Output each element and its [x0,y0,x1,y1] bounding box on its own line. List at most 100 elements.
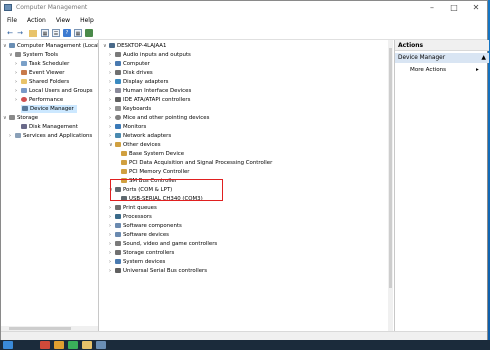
taskbar-app-icon[interactable] [40,341,50,349]
computer-management-icon [4,4,12,11]
highlight-box [110,179,223,201]
speaker-icon [115,52,121,57]
printer-icon [115,205,121,210]
taskbar-app-icon[interactable] [68,341,78,349]
ide-controller-icon [115,97,121,102]
event-viewer-icon [21,70,27,75]
clock-icon [21,61,27,66]
mouse-icon [115,115,121,120]
vertical-scrollbar[interactable] [388,40,393,331]
more-actions-link[interactable]: More Actions ▸ [410,67,479,73]
actions-header: Actions [395,40,489,51]
device-category[interactable]: › IDE ATA/ATAPI controllers [109,96,190,104]
tree-item-device-manager[interactable]: Device Manager [21,105,77,113]
menu-view[interactable]: View [52,15,74,27]
device-category[interactable]: › Print queues [109,204,157,212]
device-item[interactable]: PCI Memory Controller [121,168,189,176]
software-device-icon [115,232,121,237]
tree-item-local-users[interactable]: › Local Users and Groups [15,87,93,95]
usb-icon [115,268,121,273]
hid-icon [115,88,121,93]
storage-icon [9,115,15,120]
tree-item-performance[interactable]: › Performance [15,96,63,104]
grid-icon[interactable]: ▦ [74,29,82,37]
back-arrow-icon[interactable]: ← [6,29,14,37]
device-category[interactable]: › Network adapters [109,132,171,140]
network-adapter-icon [115,133,121,138]
keyboard-icon [115,106,121,111]
collapse-up-icon[interactable]: ▲ [481,53,486,63]
scan-hardware-icon[interactable] [85,29,93,37]
taskbar-app-icon[interactable] [54,341,64,349]
title-bar: Computer Management – □ ✕ [1,1,487,15]
device-item[interactable]: Base System Device [121,150,184,158]
computer-icon [115,61,121,66]
menu-action[interactable]: Action [23,15,50,27]
device-category[interactable]: › Processors [109,213,152,221]
device-category[interactable]: › Mice and other pointing devices [109,114,209,122]
device-category[interactable]: ∨ Other devices [109,141,161,149]
system-device-icon [115,259,121,264]
tree-item-event-viewer[interactable]: › Event Viewer [15,69,64,77]
tree-item-shared-folders[interactable]: › Shared Folders [15,78,69,86]
taskbar-folder-icon[interactable] [82,341,92,349]
taskbar [0,340,490,350]
computer-management-window: Computer Management – □ ✕ File Action View… [0,0,489,340]
warning-device-icon [121,169,127,174]
tree-item-services[interactable]: › Services and Applications [9,132,92,140]
close-button[interactable]: ✕ [465,1,487,15]
menu-help[interactable]: Help [76,15,98,27]
actions-device-manager[interactable]: Device Manager ▲ [395,53,489,63]
toolbar: ← → ▦ ☰ ? ▦ [1,27,487,40]
device-category[interactable]: › Sound, video and game controllers [109,240,217,248]
tree-item-system-tools[interactable]: ∨ System Tools [9,51,58,59]
window-title: Computer Management [16,4,88,11]
maximize-button[interactable]: □ [443,1,465,15]
device-category[interactable]: › System devices [109,258,165,266]
sound-icon [115,241,121,246]
tree-item-disk-management[interactable]: Disk Management [21,123,78,131]
menu-file[interactable]: File [3,15,21,27]
minimize-button[interactable]: – [421,1,443,15]
warning-device-icon [121,160,127,165]
computer-icon [109,43,115,48]
storage-controller-icon [115,250,121,255]
device-category[interactable]: › Human Interface Devices [109,87,191,95]
computer-management-icon [9,43,15,48]
device-category[interactable]: › Monitors [109,123,146,131]
properties-icon[interactable]: ☰ [52,29,60,37]
tree-item-storage[interactable]: ∨ Storage [3,114,38,122]
taskbar-app-icon[interactable] [96,341,106,349]
chevron-right-icon: ▸ [476,67,479,73]
folder-up-icon[interactable] [29,30,37,37]
device-category[interactable]: › Disk drives [109,69,153,77]
display-adapter-icon [115,79,121,84]
warning-device-icon [121,151,127,156]
performance-icon [21,97,27,102]
tree-item-root[interactable]: ∨ Computer Management (Local [3,42,98,50]
menu-bar: File Action View Help [1,15,487,27]
device-category[interactable]: › Universal Serial Bus controllers [109,267,207,275]
actions-pane: Actions Device Manager ▲ More Actions ▸ [394,40,489,331]
device-category[interactable]: › Computer [109,60,150,68]
device-category[interactable]: › Software components [109,222,182,230]
forward-arrow-icon[interactable]: → [16,29,24,37]
device-category[interactable]: › Storage controllers [109,249,174,257]
processor-icon [115,214,121,219]
tree-item-task-scheduler[interactable]: › Task Scheduler [15,60,69,68]
device-category[interactable]: › Software devices [109,231,169,239]
device-computer-node[interactable]: ∨ DESKTOP-4LAJAA1 [103,42,166,50]
other-devices-icon [115,142,121,147]
scrollbar-thumb[interactable] [389,48,392,288]
disk-drive-icon [115,70,121,75]
device-item[interactable]: PCI Data Acquisition and Signal Processi… [121,159,272,167]
status-bar [1,331,487,340]
help-icon[interactable]: ? [63,29,71,37]
scrollbar-thumb[interactable] [9,327,71,330]
show-hide-tree-icon[interactable]: ▦ [41,29,49,37]
device-category[interactable]: › Display adapters [109,78,169,86]
start-icon[interactable] [3,341,13,349]
device-category[interactable]: › Keyboards [109,105,151,113]
device-category[interactable]: › Audio inputs and outputs [109,51,191,59]
services-icon [15,133,21,138]
